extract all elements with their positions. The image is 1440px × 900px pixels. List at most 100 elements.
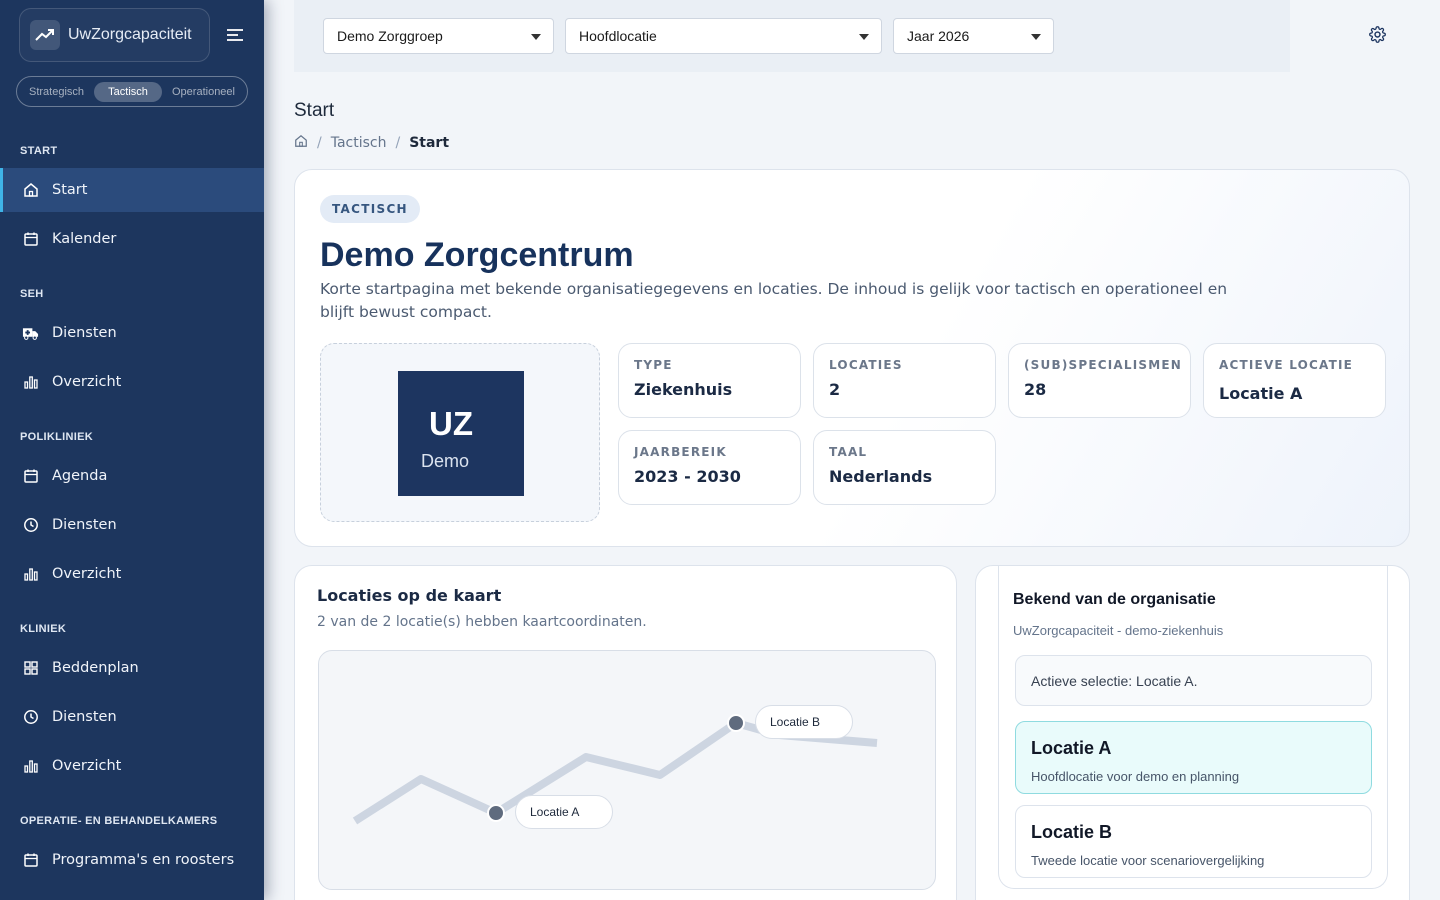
section-title-start: START <box>20 145 58 157</box>
info-jaarbereik: JAARBEREIK 2023 - 2030 <box>618 430 801 505</box>
mode-strategisch[interactable]: Strategisch <box>23 82 90 102</box>
sidebar-item-kliniek-diensten[interactable]: Diensten <box>0 695 264 739</box>
logo-initials: UZ <box>429 405 473 442</box>
organisation-panel-title: Bekend van de organisatie <box>1013 591 1216 608</box>
organisation-card: Bekend van de organisatie UwZorgcapacite… <box>975 565 1410 900</box>
breadcrumb-separator: / <box>317 135 322 151</box>
clock-icon <box>22 517 39 534</box>
location-name: Locatie B <box>1031 822 1113 842</box>
sidebar-item-label: Diensten <box>52 517 117 533</box>
organisation-select-value: Demo Zorggroep <box>337 28 443 44</box>
marker-locatie-b[interactable] <box>727 714 745 732</box>
sidebar-item-label: Overzicht <box>52 374 122 390</box>
info-label: JAARBEREIK <box>634 445 727 459</box>
mode-operationeel[interactable]: Operationeel <box>166 82 241 102</box>
menu-toggle-icon[interactable] <box>226 27 246 43</box>
breadcrumb-tactisch[interactable]: Tactisch <box>331 135 387 151</box>
map-route <box>352 714 878 825</box>
sidebar-item-seh-overzicht[interactable]: Overzicht <box>0 360 264 404</box>
info-specialismen: (SUB)SPECIALISMEN 28 <box>1008 343 1191 418</box>
organisation-panel: Bekend van de organisatie UwZorgcapacite… <box>998 566 1388 889</box>
info-label: TYPE <box>634 358 673 372</box>
app-name: UwZorgcapaciteit <box>68 26 192 43</box>
section-title-seh: SEH <box>20 288 44 300</box>
sidebar-item-label: Overzicht <box>52 758 122 774</box>
location-description: Hoofdlocatie voor demo en planning <box>1031 769 1240 784</box>
calendar-icon <box>22 231 39 248</box>
bar-chart-icon <box>22 374 39 391</box>
home-icon <box>22 182 39 199</box>
ambulance-icon <box>22 325 39 342</box>
organisation-hero-card: TACTISCH Demo Zorgcentrum Korte startpag… <box>294 169 1410 547</box>
sidebar-item-label: Overzicht <box>52 566 122 582</box>
map-view[interactable]: Locatie A Locatie B <box>318 650 936 890</box>
bar-chart-icon <box>22 758 39 775</box>
sidebar-item-kliniek-overzicht[interactable]: Overzicht <box>0 744 264 788</box>
trend-up-icon <box>30 20 60 50</box>
map-card: Locaties op de kaart 2 van de 2 locatie(… <box>294 565 957 900</box>
location-select-value: Hoofdlocatie <box>579 28 657 44</box>
active-selection: Actieve selectie: Locatie A. <box>1015 655 1372 706</box>
map-subtitle: 2 van de 2 locatie(s) hebben kaartcoordi… <box>317 614 647 630</box>
sidebar-item-label: Diensten <box>52 325 117 341</box>
home-icon[interactable] <box>294 134 308 152</box>
sidebar-item-label: Kalender <box>52 231 117 247</box>
logo-subtitle: Demo <box>421 451 470 471</box>
sidebar-item-kalender[interactable]: Kalender <box>0 217 264 261</box>
bar-chart-icon <box>22 566 39 583</box>
sidebar-item-beddenplan[interactable]: Beddenplan <box>0 646 264 690</box>
organisation-panel-subtitle: UwZorgcapaciteit - demo-ziekenhuis <box>1013 623 1224 638</box>
organisation-select[interactable]: Demo Zorggroep <box>323 18 554 54</box>
grid-icon <box>22 660 39 677</box>
location-name: Locatie A <box>1031 738 1112 758</box>
organisation-logo: UZ Demo <box>398 371 524 496</box>
info-locaties: LOCATIES 2 <box>813 343 996 418</box>
sidebar-item-seh-diensten[interactable]: Diensten <box>0 311 264 355</box>
info-value: Locatie A <box>1219 384 1303 403</box>
info-label: TAAL <box>829 445 868 459</box>
sidebar-item-label: Beddenplan <box>52 660 139 676</box>
gear-icon[interactable] <box>1369 26 1386 43</box>
map-label-locatie-a[interactable]: Locatie A <box>515 795 613 829</box>
sidebar-item-programmas[interactable]: Programma's en roosters <box>0 838 264 882</box>
info-label: LOCATIES <box>829 358 903 372</box>
clock-icon <box>22 709 39 726</box>
info-taal: TAAL Nederlands <box>813 430 996 505</box>
sidebar-item-poli-diensten[interactable]: Diensten <box>0 503 264 547</box>
sidebar-item-poli-overzicht[interactable]: Overzicht <box>0 552 264 596</box>
map-label-locatie-b[interactable]: Locatie B <box>755 705 853 739</box>
calendar-icon <box>22 852 39 869</box>
info-value: 2 <box>829 380 841 399</box>
info-value: 2023 - 2030 <box>634 467 741 486</box>
map-title: Locaties op de kaart <box>317 586 502 605</box>
location-card-a[interactable]: Locatie A Hoofdlocatie voor demo en plan… <box>1015 721 1372 794</box>
mode-tactisch[interactable]: Tactisch <box>94 81 162 102</box>
sidebar-item-label: Diensten <box>52 709 117 725</box>
brand[interactable]: UwZorgcapaciteit <box>19 8 210 62</box>
organisation-description: Korte startpagina met bekende organisati… <box>320 280 1228 321</box>
breadcrumb-current: Start <box>409 135 450 151</box>
sidebar: UwZorgcapaciteit Strategisch Tactisch Op… <box>0 0 264 900</box>
location-select[interactable]: Hoofdlocatie <box>565 18 882 54</box>
section-title-ok: OPERATIE- EN BEHANDELKAMERS <box>20 815 218 827</box>
mode-switch: Strategisch Tactisch Operationeel <box>16 76 248 107</box>
marker-locatie-a[interactable] <box>487 804 505 822</box>
page-title: Start <box>294 100 335 121</box>
caret-down-icon <box>1031 34 1041 40</box>
sidebar-item-agenda[interactable]: Agenda <box>0 454 264 498</box>
year-select[interactable]: Jaar 2026 <box>893 18 1054 54</box>
caret-down-icon <box>859 34 869 40</box>
section-title-polikliniek: POLIKLINIEK <box>20 431 93 443</box>
sidebar-item-label: Start <box>52 182 88 198</box>
breadcrumb: / Tactisch / Start <box>294 134 449 152</box>
info-value: Ziekenhuis <box>634 380 733 399</box>
mode-badge: TACTISCH <box>320 195 420 223</box>
organisation-title: Demo Zorgcentrum <box>320 236 634 274</box>
location-card-b[interactable]: Locatie B Tweede locatie voor scenariove… <box>1015 805 1372 878</box>
calendar-icon <box>22 468 39 485</box>
sidebar-item-start[interactable]: Start <box>0 168 264 212</box>
sidebar-item-label: Agenda <box>52 468 108 484</box>
info-value: Nederlands <box>829 467 933 486</box>
info-actieve-locatie: ACTIEVE LOCATIE Locatie A <box>1203 343 1386 418</box>
caret-down-icon <box>531 34 541 40</box>
